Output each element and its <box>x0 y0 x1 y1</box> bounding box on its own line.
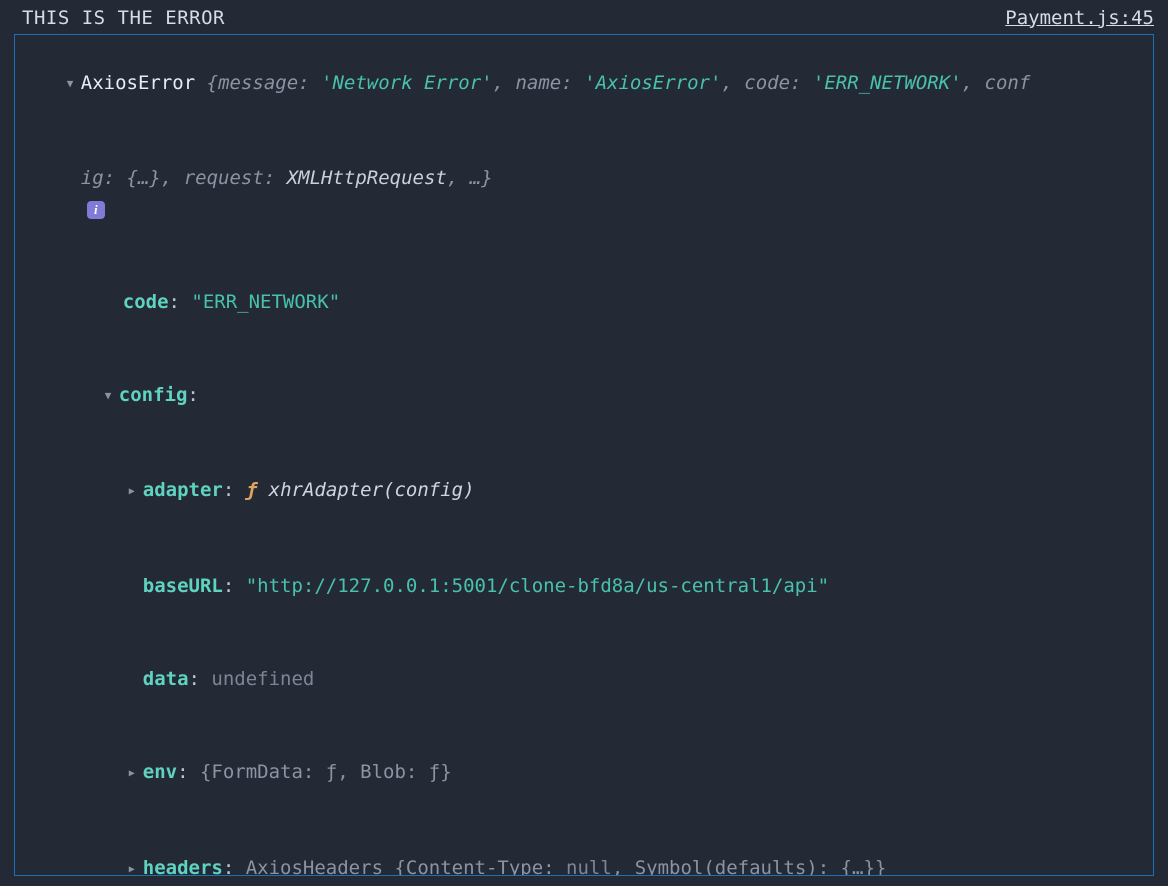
prop-baseurl[interactable]: baseURL: "http://127.0.0.1:5001/clone-bf… <box>15 540 1153 633</box>
object-summary-cont: ig: {…}, request: XMLHttpRequest, …} <box>81 167 493 189</box>
prop-data[interactable]: data: undefined <box>15 633 1153 726</box>
prop-headers[interactable]: headers: AxiosHeaders {Content-Type: nul… <box>15 822 1153 876</box>
object-preview-frame[interactable]: AxiosError {message: 'Network Error', na… <box>14 34 1154 876</box>
chevron-right-icon[interactable] <box>129 475 143 509</box>
expand-toggle-root[interactable] <box>67 68 81 101</box>
object-summary: {message: 'Network Error', name: 'AxiosE… <box>207 72 1031 94</box>
prop-adapter[interactable]: adapter: ƒ xhrAdapter(config) <box>15 444 1153 540</box>
prop-env[interactable]: env: {FormData: ƒ, Blob: ƒ} <box>15 726 1153 822</box>
console-message-header: THIS IS THE ERROR Payment.js:45 <box>0 0 1168 34</box>
expand-toggle-config[interactable] <box>105 380 119 413</box>
prop-code[interactable]: code: "ERR_NETWORK" <box>15 256 1153 349</box>
log-label: THIS IS THE ERROR <box>22 3 225 34</box>
info-icon[interactable]: i <box>87 201 105 219</box>
source-link[interactable]: Payment.js:45 <box>1005 3 1154 34</box>
prop-config[interactable]: config: <box>15 349 1153 444</box>
chevron-right-icon[interactable] <box>129 757 143 791</box>
chevron-right-icon[interactable] <box>129 853 143 876</box>
